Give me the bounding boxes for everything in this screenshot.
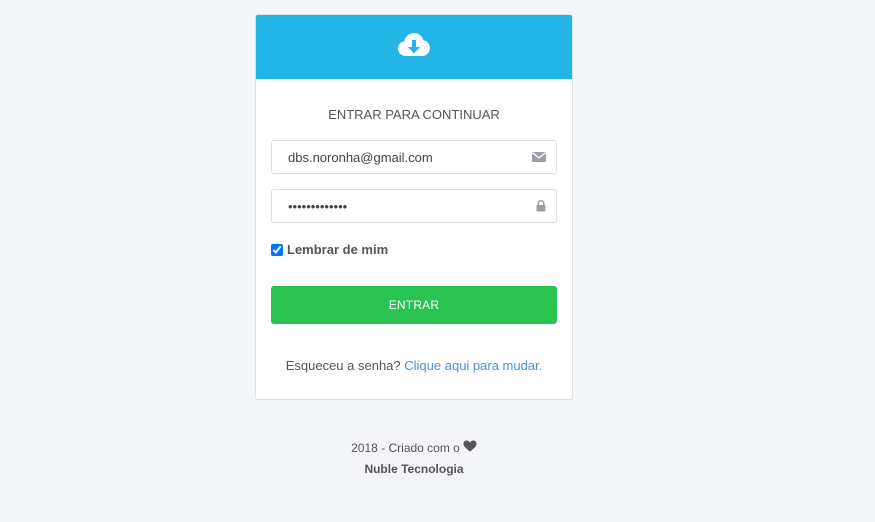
heart-icon [463, 440, 477, 456]
remember-me-label: Lembrar de mim [287, 242, 389, 257]
email-field-wrapper [271, 140, 557, 174]
email-field[interactable] [272, 141, 556, 173]
login-title: ENTRAR PARA CONTINUAR [328, 107, 500, 122]
login-button[interactable]: ENTRAR [271, 286, 557, 324]
card-body: ENTRAR PARA CONTINUAR Lembrar de mim [256, 107, 572, 373]
footer-credits: 2018 - Criado com o [255, 440, 573, 456]
password-field-wrapper [271, 189, 557, 223]
footer-created-text: 2018 - Criado com o [351, 441, 460, 455]
card-header [256, 15, 572, 79]
forgot-password-text: Esqueceu a senha? [285, 358, 401, 373]
remember-me-checkbox[interactable] [271, 243, 283, 256]
footer-company: Nuble Tecnologia [364, 462, 464, 476]
forgot-password-link[interactable]: Clique aqui para mudar. [404, 358, 542, 373]
login-card: ENTRAR PARA CONTINUAR Lembrar de mim [255, 14, 573, 400]
envelope-icon [532, 152, 546, 162]
lock-icon [536, 200, 546, 212]
password-field[interactable] [272, 190, 556, 222]
footer: 2018 - Criado com o Nuble Tecnologia [255, 440, 573, 477]
cloud-download-icon [398, 32, 430, 63]
forgot-password: Esqueceu a senha? Clique aqui para mudar… [271, 358, 557, 373]
remember-me[interactable]: Lembrar de mim [271, 242, 557, 257]
